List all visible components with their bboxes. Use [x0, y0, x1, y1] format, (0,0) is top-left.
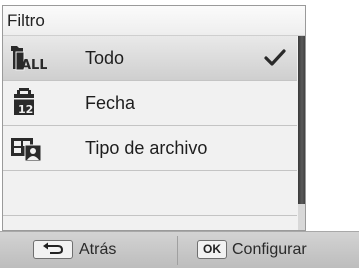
scrollbar-thumb[interactable] [298, 36, 305, 204]
screen: Filtro ALL Todo 12 Fecha Tipo de archivo… [0, 0, 359, 268]
back-key [33, 240, 73, 259]
divider [3, 215, 297, 216]
svg-text:ALL: ALL [21, 58, 47, 73]
all-files-icon: ALL [9, 42, 48, 74]
back-arrow-icon [43, 242, 64, 254]
filter-option-label: Todo [85, 48, 125, 68]
back-label: Atrás [79, 241, 117, 258]
svg-text:12: 12 [18, 103, 33, 116]
filter-option-file-type[interactable]: Tipo de archivo [3, 126, 297, 170]
panel-title: Filtro [3, 6, 305, 36]
scrollbar[interactable] [298, 36, 305, 230]
configure-button[interactable]: OK Configurar [178, 232, 359, 268]
filter-menu-panel: Filtro ALL Todo 12 Fecha Tipo de archivo [2, 5, 306, 231]
divider [3, 170, 297, 171]
back-button[interactable]: Atrás [0, 232, 177, 268]
file-type-icon [9, 132, 47, 164]
calendar-icon: 12 [9, 87, 47, 119]
filter-option-label: Fecha [85, 93, 136, 113]
filter-option-all[interactable]: ALL Todo [3, 36, 297, 80]
filter-option-date[interactable]: 12 Fecha [3, 81, 297, 125]
bottom-bar: Atrás OK Configurar [0, 231, 359, 268]
checkmark-icon [261, 44, 289, 72]
filter-option-label: Tipo de archivo [85, 138, 208, 158]
ok-key: OK [197, 240, 227, 259]
configure-label: Configurar [232, 241, 307, 258]
